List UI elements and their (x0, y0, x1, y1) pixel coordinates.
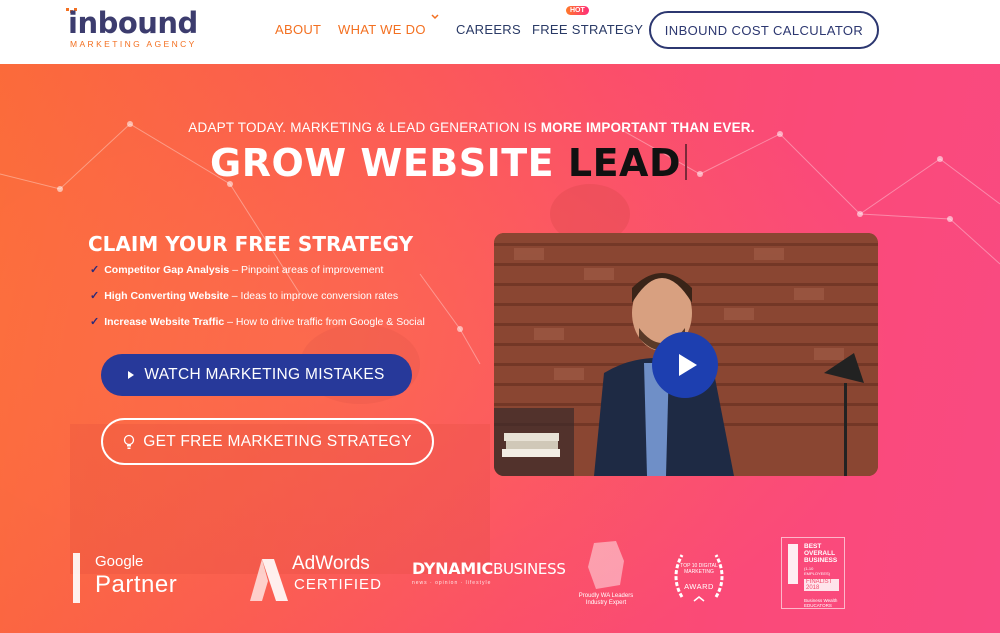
bullet-text: – Pinpoint areas of improvement (229, 264, 384, 276)
play-icon[interactable] (652, 332, 718, 398)
inbound-logo[interactable]: inbound MARKETING AGENCY (66, 6, 208, 52)
nav-about[interactable]: ABOUT (275, 22, 321, 37)
wa-leaders-badge: Proudly WA Leaders Industry Expert (576, 541, 636, 607)
google-label: Google (95, 553, 144, 570)
best-business-badge: BEST OVERALL BUSINESS (1-10 EMPLOYEES) F… (781, 537, 845, 609)
best-org: Business Wealth EDUCATORS (804, 598, 838, 608)
google-bar-icon (73, 553, 80, 603)
headline-typed: LEAD (567, 141, 681, 185)
headline-main: GROW WEBSITE (210, 141, 568, 185)
hero-section: ADAPT TODAY. MARKETING & LEAD GENERATION… (0, 64, 1000, 633)
finalist-label: FINALIST 2018 (804, 579, 839, 591)
free-button-label: GET FREE MARKETING STRATEGY (143, 432, 412, 450)
dynamic-subtitle: news · opinion · lifestyle (412, 580, 492, 586)
adwords-label: AdWords (292, 553, 370, 574)
list-item: ✓ Competitor Gap Analysis – Pinpoint area… (90, 263, 383, 276)
checkmark-icon: ✓ (90, 316, 100, 328)
logo-tagline: MARKETING AGENCY (70, 39, 197, 49)
list-item: ✓ High Converting Website – Ideas to impr… (90, 289, 398, 302)
award-top-label: TOP 10 DIGITAL MARKETING (680, 563, 718, 575)
watch-button-label: WATCH MARKETING MISTAKES (144, 366, 385, 383)
list-item: ✓ Increase Website Traffic – How to drive… (90, 315, 425, 328)
hero-tagline: ADAPT TODAY. MARKETING & LEAD GENERATION… (0, 120, 943, 135)
bullet-title: High Converting Website (104, 290, 229, 302)
claim-title: CLAIM YOUR FREE STRATEGY (88, 232, 414, 256)
tagline-bold: MORE IMPORTANT THAN EVER. (540, 120, 755, 135)
digital-award-badge: TOP 10 DIGITAL MARKETING AWARD (668, 547, 730, 607)
chevron-down-icon[interactable] (431, 14, 439, 20)
play-small-icon (128, 371, 135, 379)
wa-map-icon (588, 541, 624, 589)
certified-label: CERTIFIED (294, 576, 382, 593)
inbound-cost-calculator-button[interactable]: INBOUND COST CALCULATOR (649, 11, 879, 49)
site-header: inbound MARKETING AGENCY ABOUT WHAT WE D… (0, 0, 1000, 64)
typing-cursor (684, 144, 687, 180)
best-subtitle: (1-10 EMPLOYEES) (804, 566, 831, 576)
nav-careers[interactable]: CAREERS (456, 22, 521, 37)
business-label: BUSINESS (493, 560, 566, 578)
nav-what-we-do[interactable]: WHAT WE DO (338, 22, 426, 37)
award-label: AWARD (684, 582, 714, 591)
bullet-text: – How to drive traffic from Google & Soc… (224, 316, 425, 328)
adwords-logo-icon (250, 559, 288, 601)
badge-strip (788, 544, 798, 584)
bullet-title: Increase Website Traffic (104, 316, 225, 328)
hero-headline: GROW WEBSITE LEAD (210, 141, 687, 185)
bullet-text: – Ideas to improve conversion rates (228, 290, 399, 302)
partner-label: Partner (95, 571, 178, 598)
nav-free-strategy[interactable]: FREE STRATEGY (532, 22, 643, 37)
tagline-prefix: ADAPT TODAY. MARKETING & LEAD GENERATION… (188, 120, 541, 135)
google-partner-badge: Google Partner (73, 551, 193, 603)
adwords-certified-badge: AdWords CERTIFIED (248, 551, 388, 603)
hot-badge: HOT (566, 6, 589, 15)
laurel-icon (674, 554, 724, 602)
checkmark-icon: ✓ (90, 290, 100, 302)
best-title: BEST OVERALL BUSINESS (804, 543, 838, 564)
lightbulb-icon (124, 434, 135, 449)
video-player[interactable] (494, 233, 878, 476)
wa-label: Proudly WA Leaders Industry Expert (578, 593, 634, 606)
bullet-title: Competitor Gap Analysis (104, 264, 230, 276)
dynamic-business-badge: DYNAMICBUSINESS news · opinion · lifesty… (412, 559, 566, 599)
checkmark-icon: ✓ (90, 264, 100, 276)
get-free-strategy-button[interactable]: GET FREE MARKETING STRATEGY (101, 418, 434, 465)
partner-badges: Google Partner AdWords CERTIFIED DYNAMIC… (0, 537, 1000, 617)
logo-wordmark: inbound (68, 6, 198, 40)
watch-marketing-mistakes-button[interactable]: WATCH MARKETING MISTAKES (101, 354, 412, 396)
dynamic-label: DYNAMIC (412, 559, 493, 578)
